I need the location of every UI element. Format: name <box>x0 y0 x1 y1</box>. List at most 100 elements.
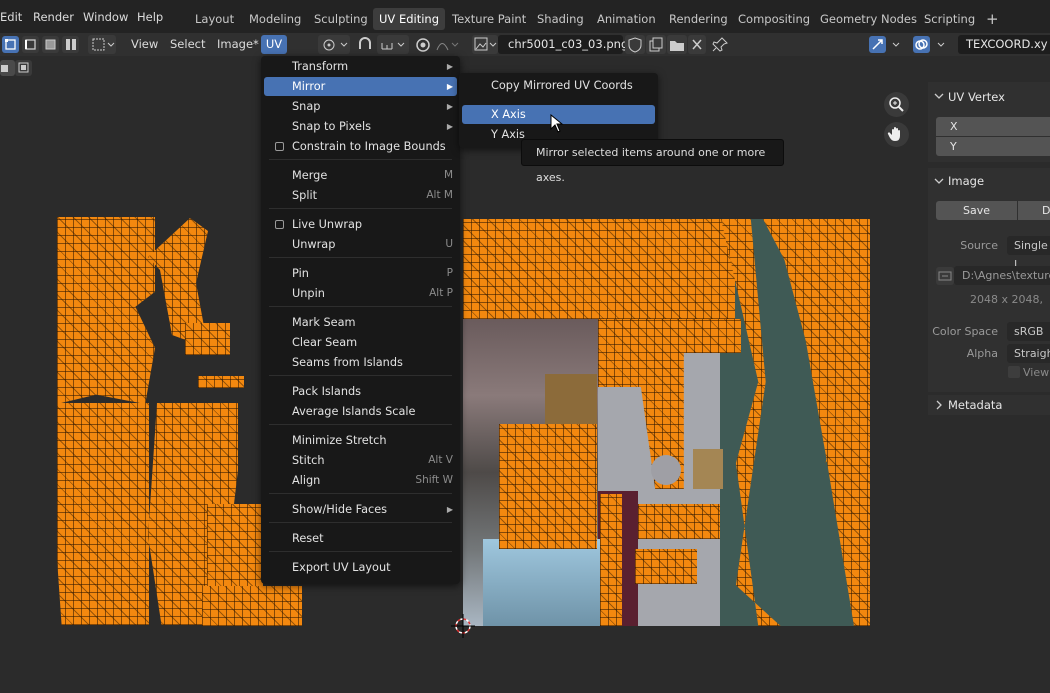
tab-scripting[interactable]: Scripting <box>918 8 981 30</box>
metadata-title[interactable]: Metadata <box>948 398 1002 412</box>
image-browse-dropdown[interactable] <box>472 35 498 54</box>
uv-vertex-y-field[interactable]: Y <box>936 137 1050 156</box>
fake-user-shield-icon[interactable] <box>625 35 645 54</box>
uv-island[interactable] <box>207 504 263 588</box>
uv-vertex-title[interactable]: UV Vertex <box>948 90 1005 104</box>
menu-item-seams-from-islands[interactable]: Seams from Islands <box>264 353 457 372</box>
menu-item-constrain-bounds[interactable]: Constrain to Image Bounds <box>264 137 457 156</box>
tab-texture-paint[interactable]: Texture Paint <box>446 8 532 30</box>
uv-island[interactable] <box>638 504 720 539</box>
select-mode-vertex-icon[interactable] <box>2 36 19 53</box>
source-dropdown[interactable]: Single I <box>1007 236 1050 271</box>
menu-view[interactable]: View <box>131 37 158 51</box>
add-workspace-button[interactable]: + <box>980 8 1005 30</box>
select-mode-face-icon[interactable] <box>42 36 59 53</box>
overlays-toggle-icon[interactable] <box>913 36 930 53</box>
menu-item-live-unwrap[interactable]: Live Unwrap <box>264 215 457 234</box>
chevron-right-icon[interactable] <box>934 400 944 410</box>
uv-editor-viewport[interactable] <box>0 80 928 693</box>
uv-island[interactable] <box>202 586 302 626</box>
proportional-editing-icon[interactable] <box>413 35 433 54</box>
filepath-field[interactable]: D:\Agnes\textures <box>954 266 1050 285</box>
pan-hand-icon[interactable] <box>884 122 909 147</box>
tab-uv-editing[interactable]: UV Editing <box>373 8 445 30</box>
select-box-icon[interactable] <box>0 60 15 76</box>
uv-sync-selection-icon[interactable] <box>869 36 886 53</box>
checkbox-icon[interactable] <box>275 142 284 151</box>
menu-item-minimize-stretch[interactable]: Minimize Stretch <box>264 431 457 450</box>
menu-item-pack-islands[interactable]: Pack Islands <box>264 382 457 401</box>
pivot-point-dropdown[interactable] <box>318 35 350 54</box>
uv-map-selector[interactable]: TEXCOORD.xy <box>958 35 1050 54</box>
menu-item-copy-mirrored-uv-coords[interactable]: Copy Mirrored UV Coords <box>462 76 655 95</box>
alpha-dropdown[interactable]: Straigh <box>1007 344 1050 363</box>
select-extend-icon[interactable] <box>15 60 32 76</box>
view-as-render-checkbox[interactable] <box>1008 366 1020 378</box>
snap-target-dropdown[interactable] <box>377 35 409 54</box>
sticky-select-mode-dropdown[interactable] <box>88 35 116 54</box>
uv-sync-dropdown[interactable] <box>887 35 907 54</box>
menu-window[interactable]: Window <box>83 10 128 24</box>
tab-sculpting[interactable]: Sculpting <box>308 8 374 30</box>
menu-item-stitch[interactable]: Stitch Alt V <box>264 451 457 470</box>
uv-island[interactable] <box>198 376 244 388</box>
menu-select[interactable]: Select <box>170 37 205 51</box>
checkbox-icon[interactable] <box>275 220 284 229</box>
tab-rendering[interactable]: Rendering <box>663 8 734 30</box>
menu-uv[interactable]: UV <box>261 35 287 54</box>
menu-item-unpin[interactable]: Unpin Alt P <box>264 284 457 303</box>
menu-item-export-uv-layout[interactable]: Export UV Layout <box>264 558 457 577</box>
menu-item-clear-seam[interactable]: Clear Seam <box>264 333 457 352</box>
uv-island[interactable] <box>185 323 230 355</box>
menu-item-pin[interactable]: Pin P <box>264 264 457 283</box>
unlink-image-icon[interactable] <box>688 35 706 54</box>
menu-item-split[interactable]: Split Alt M <box>264 186 457 205</box>
uv-island[interactable] <box>635 549 697 584</box>
uv-island[interactable] <box>57 217 155 404</box>
overlays-dropdown[interactable] <box>932 35 952 54</box>
image-panel-title[interactable]: Image <box>948 174 984 188</box>
color-space-dropdown[interactable]: sRGB <box>1007 322 1050 341</box>
menu-item-show-hide-faces[interactable]: Show/Hide Faces ▶ <box>264 500 457 519</box>
menu-item-average-islands-scale[interactable]: Average Islands Scale <box>264 402 457 421</box>
snap-toggle-icon[interactable] <box>355 35 375 54</box>
menu-item-transform[interactable]: Transform ▶ <box>264 57 457 76</box>
menu-image[interactable]: Image* <box>217 37 259 51</box>
uv-cursor-icon[interactable] <box>451 614 475 638</box>
tab-geometry-nodes[interactable]: Geometry Nodes <box>814 8 923 30</box>
menu-item-mark-seam[interactable]: Mark Seam <box>264 313 457 332</box>
menu-item-snap[interactable]: Snap ▶ <box>264 97 457 116</box>
uv-island[interactable] <box>463 219 735 319</box>
pin-image-icon[interactable] <box>710 35 730 54</box>
menu-item-align[interactable]: Align Shift W <box>264 471 457 490</box>
duplicate-image-icon[interactable] <box>646 35 666 54</box>
menu-item-snap-to-pixels[interactable]: Snap to Pixels ▶ <box>264 117 457 136</box>
uv-island[interactable] <box>57 403 149 625</box>
uv-vertex-x-field[interactable]: X <box>936 117 1050 136</box>
tab-modeling[interactable]: Modeling <box>243 8 307 30</box>
menu-render[interactable]: Render <box>33 10 74 24</box>
tab-compositing[interactable]: Compositing <box>732 8 816 30</box>
chevron-down-icon[interactable] <box>934 91 944 101</box>
uv-island[interactable] <box>600 494 622 626</box>
menu-item-merge[interactable]: Merge M <box>264 166 457 185</box>
menu-help[interactable]: Help <box>137 10 163 24</box>
proportional-falloff-dropdown[interactable] <box>434 35 462 54</box>
tab-animation[interactable]: Animation <box>591 8 662 30</box>
menu-item-mirror[interactable]: Mirror ▶ <box>264 77 457 96</box>
menu-item-unwrap[interactable]: Unwrap U <box>264 235 457 254</box>
image-name-field[interactable]: chr5001_c03_03.png <box>498 35 628 54</box>
metadata-panel[interactable]: Metadata <box>928 395 1050 415</box>
file-browse-icon[interactable] <box>936 267 954 285</box>
select-mode-island-icon[interactable] <box>62 36 79 53</box>
menu-edit[interactable]: Edit <box>0 10 22 24</box>
open-image-folder-icon[interactable] <box>667 35 687 54</box>
discard-image-button[interactable]: D <box>1018 201 1050 220</box>
chevron-down-icon[interactable] <box>934 176 944 186</box>
save-image-button[interactable]: Save <box>936 201 1017 220</box>
tab-shading[interactable]: Shading <box>531 8 590 30</box>
menu-item-reset[interactable]: Reset <box>264 529 457 548</box>
tab-layout[interactable]: Layout <box>189 8 240 30</box>
zoom-icon[interactable] <box>884 92 909 117</box>
select-mode-edge-icon[interactable] <box>22 36 39 53</box>
